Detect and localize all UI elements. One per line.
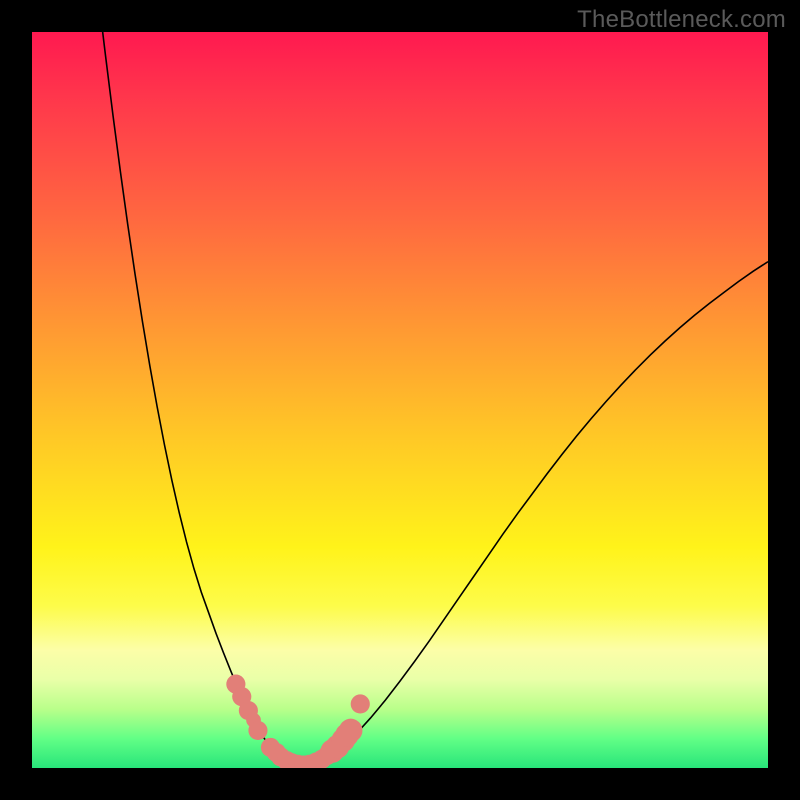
marker-point — [248, 721, 267, 740]
curve-right — [312, 262, 768, 765]
outer-frame: TheBottleneck.com — [0, 0, 800, 800]
marker-group — [226, 675, 370, 768]
marker-point — [351, 694, 370, 713]
curve-left — [103, 32, 290, 764]
plot-area — [32, 32, 768, 768]
chart-svg — [32, 32, 768, 768]
watermark-text: TheBottleneck.com — [577, 6, 786, 34]
marker-point — [339, 719, 363, 743]
